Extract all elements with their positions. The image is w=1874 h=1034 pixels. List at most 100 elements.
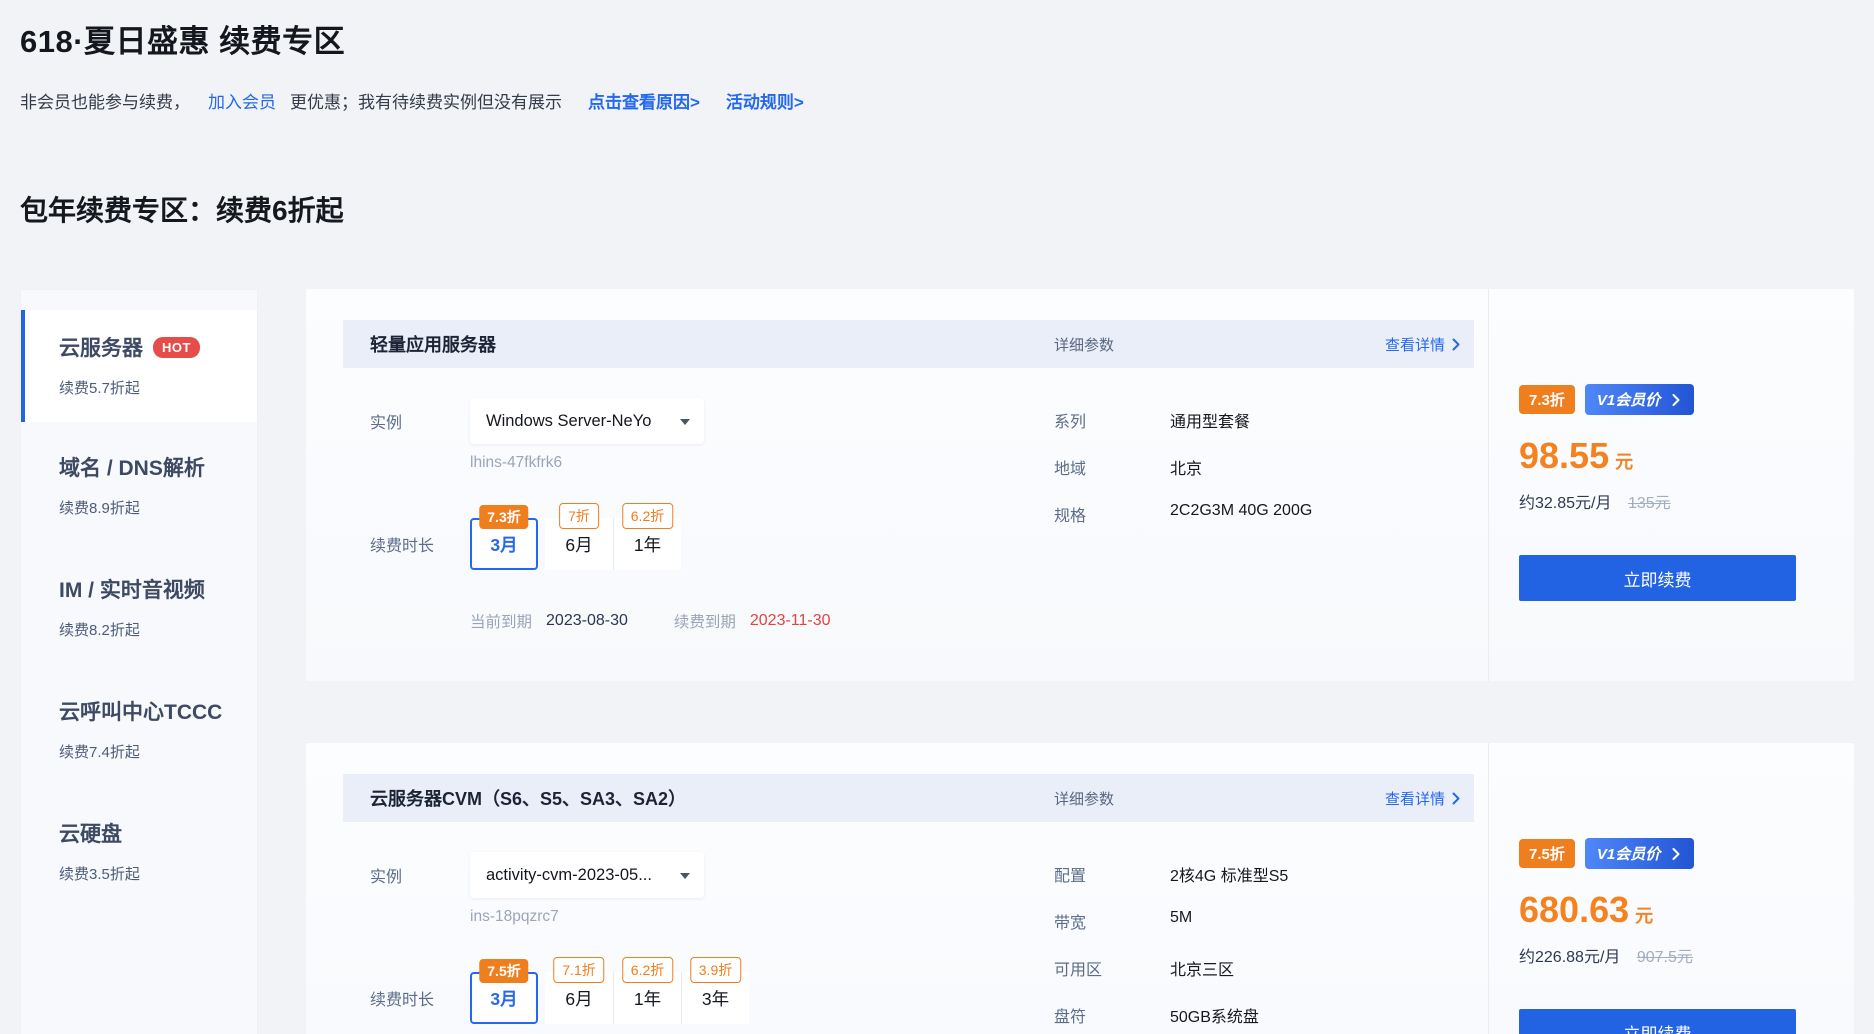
chevron-right-icon: [1672, 394, 1680, 406]
hot-badge: HOT: [153, 337, 200, 358]
detail-params-label: 详细参数: [1054, 334, 1114, 355]
instance-select[interactable]: activity-cvm-2023-05...: [470, 852, 704, 898]
view-details-link[interactable]: 查看详情: [1385, 788, 1460, 809]
section-title: 包年续费专区：续费6折起: [20, 189, 1854, 229]
spec-list: 配置 2核4G 标准型S5 带宽 5M 可用区 北京三区 盘符 50GB系统盘: [1054, 852, 1474, 1034]
sidebar-item-4[interactable]: 云硬盘 续费3.5折起: [21, 788, 257, 910]
duration-option[interactable]: 7.5折 3月: [470, 972, 538, 1024]
spec-value: 北京: [1170, 455, 1202, 479]
duration-option[interactable]: 7.3折 3月: [470, 518, 538, 570]
member-price-badge[interactable]: V1会员价: [1585, 838, 1694, 869]
view-reason-link[interactable]: 点击查看原因>: [588, 88, 700, 113]
spec-label: 可用区: [1054, 956, 1170, 980]
spec-label: 带宽: [1054, 909, 1170, 933]
spec-row: 规格 2C2G3M 40G 200G: [1054, 502, 1474, 526]
spec-row: 盘符 50GB系统盘: [1054, 1003, 1474, 1027]
view-details-link[interactable]: 查看详情: [1385, 334, 1460, 355]
activity-rules-link[interactable]: 活动规则>: [726, 88, 804, 113]
price-amount: 98.55: [1519, 435, 1609, 476]
instance-id: lhins-47fkfrk6: [470, 454, 1054, 472]
view-details-label: 查看详情: [1385, 788, 1445, 809]
instance-select[interactable]: Windows Server-NeYo: [470, 398, 704, 444]
renew-expiry-label: 续费到期: [674, 610, 736, 632]
duration-options: 7.5折 3月 7.1折 6月 6.2折 1年 3.9折 3年: [470, 972, 749, 1024]
product-card: 云服务器CVM（S6、S5、SA3、SA2） 详细参数 查看详情 实例 acti…: [306, 743, 1854, 1034]
renew-now-button[interactable]: 立即续费: [1519, 1009, 1796, 1034]
original-price: 907.5元: [1637, 949, 1693, 966]
duration-discount-tag: 7.3折: [479, 505, 528, 529]
price-panel: 7.5折 V1会员价 680.63元 约226.88元/月 907.5元 立即续…: [1488, 743, 1854, 1034]
duration-option-label: 1年: [634, 532, 661, 557]
member-price-label: V1会员价: [1597, 389, 1660, 410]
sidebar-item-sub: 续费7.4折起: [59, 741, 247, 762]
duration-option-label: 3月: [490, 986, 517, 1011]
sidebar-item-sub: 续费3.5折起: [59, 863, 247, 884]
duration-discount-tag: 6.2折: [622, 957, 673, 983]
spec-label: 配置: [1054, 862, 1170, 886]
card-header: 云服务器CVM（S6、S5、SA3、SA2） 详细参数 查看详情: [343, 774, 1474, 822]
spec-list: 系列 通用型套餐 地域 北京 规格 2C2G3M 40G 200G: [1054, 398, 1474, 632]
duration-option[interactable]: 6.2折 1年: [613, 972, 681, 1024]
spec-row: 可用区 北京三区: [1054, 956, 1474, 980]
sidebar-item-1[interactable]: 域名 / DNS解析 续费8.9折起: [21, 422, 257, 544]
monthly-price: 约32.85元/月: [1519, 495, 1612, 512]
chevron-right-icon: [1672, 848, 1680, 860]
renewal-promo-page: 618·夏日盛惠 续费专区 非会员也能参与续费， 加入会员 更优惠；我有待续费实…: [0, 0, 1874, 1034]
discount-badge: 7.3折: [1519, 385, 1575, 414]
duration-option[interactable]: 3.9折 3年: [681, 972, 749, 1024]
sidebar-item-sub: 续费8.2折起: [59, 619, 247, 640]
price-unit: 元: [1635, 906, 1653, 926]
sidebar-item-sub: 续费5.7折起: [59, 377, 247, 398]
member-price-badge[interactable]: V1会员价: [1585, 384, 1694, 415]
duration-option-label: 3年: [702, 986, 729, 1011]
spec-row: 带宽 5M: [1054, 909, 1474, 933]
chevron-down-icon: [680, 419, 690, 430]
subtitle-row: 非会员也能参与续费， 加入会员 更优惠；我有待续费实例但没有展示 点击查看原因>…: [20, 88, 1854, 113]
spec-row: 系列 通用型套餐: [1054, 408, 1474, 432]
chevron-down-icon: [680, 873, 690, 884]
join-member-link[interactable]: 加入会员: [208, 88, 276, 113]
duration-discount-tag: 7.5折: [479, 959, 528, 983]
duration-option-label: 6月: [565, 986, 592, 1011]
price-panel: 7.3折 V1会员价 98.55元 约32.85元/月 135元 立即续费: [1488, 289, 1854, 681]
duration-option-label: 3月: [490, 532, 517, 557]
sidebar-item-title: 域名 / DNS解析: [59, 452, 205, 482]
price-unit: 元: [1615, 452, 1633, 472]
instance-select-value: Windows Server-NeYo: [486, 412, 651, 431]
current-expiry-label: 当前到期: [470, 610, 532, 632]
monthly-price: 约226.88元/月: [1519, 949, 1620, 966]
duration-options: 7.3折 3月 7折 6月 6.2折 1年: [470, 518, 681, 570]
sidebar-item-title: IM / 实时音视频: [59, 574, 205, 604]
product-card: 轻量应用服务器 详细参数 查看详情 实例 Windows Server-NeYo: [306, 289, 1854, 681]
duration-label: 续费时长: [370, 986, 470, 1010]
spec-label: 系列: [1054, 408, 1170, 432]
card-title: 轻量应用服务器: [370, 331, 1054, 357]
detail-params-label: 详细参数: [1054, 788, 1114, 809]
instance-id: ins-18pqzrc7: [470, 908, 1054, 926]
duration-option[interactable]: 7.1折 6月: [545, 972, 613, 1024]
instance-select-value: activity-cvm-2023-05...: [486, 866, 652, 885]
sidebar-item-0[interactable]: 云服务器 HOT 续费5.7折起: [21, 310, 257, 422]
expiry-row: 当前到期 2023-08-30 续费到期 2023-11-30: [470, 610, 1054, 632]
spec-label: 地域: [1054, 455, 1170, 479]
sidebar-item-2[interactable]: IM / 实时音视频 续费8.2折起: [21, 544, 257, 666]
sidebar-item-3[interactable]: 云呼叫中心TCCC 续费7.4折起: [21, 666, 257, 788]
spec-value: 2C2G3M 40G 200G: [1170, 502, 1312, 526]
spec-row: 配置 2核4G 标准型S5: [1054, 862, 1474, 886]
instance-label: 实例: [370, 409, 470, 433]
renew-now-button[interactable]: 立即续费: [1519, 555, 1796, 601]
duration-option[interactable]: 6.2折 1年: [613, 518, 681, 570]
card-title: 云服务器CVM（S6、S5、SA3、SA2）: [370, 785, 1054, 811]
sidebar-item-title: 云硬盘: [59, 818, 122, 848]
discount-badge: 7.5折: [1519, 839, 1575, 868]
member-price-label: V1会员价: [1597, 843, 1660, 864]
chevron-right-icon: [1452, 792, 1460, 805]
current-expiry-value: 2023-08-30: [546, 612, 628, 630]
spec-value: 50GB系统盘: [1170, 1003, 1259, 1027]
spec-value: 北京三区: [1170, 956, 1234, 980]
content-area: 云服务器 HOT 续费5.7折起 域名 / DNS解析 续费8.9折起 IM /…: [20, 289, 1854, 1034]
sidebar-item-title: 云呼叫中心TCCC: [59, 696, 222, 726]
duration-discount-tag: 7.1折: [553, 957, 604, 983]
duration-option[interactable]: 7折 6月: [545, 518, 613, 570]
renew-expiry-value: 2023-11-30: [750, 612, 831, 630]
